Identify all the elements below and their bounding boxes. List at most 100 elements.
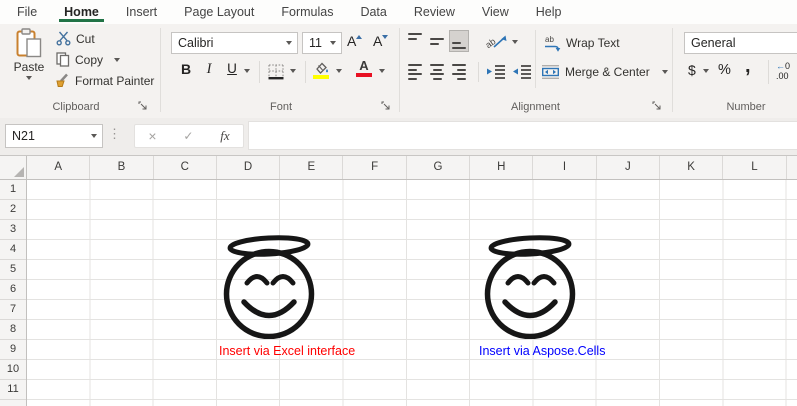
accounting-format-button[interactable]: $	[688, 62, 696, 78]
cell-text-insert-via-excel[interactable]: Insert via Excel interface	[219, 344, 355, 358]
column-header-d[interactable]: D	[217, 156, 280, 179]
tab-data[interactable]: Data	[360, 0, 386, 24]
group-separator	[160, 28, 161, 112]
align-center-icon	[430, 64, 444, 80]
font-color-button[interactable]: A	[355, 59, 373, 77]
clipboard-dialog-launcher[interactable]	[138, 101, 148, 111]
alignment-dialog-launcher[interactable]	[652, 101, 662, 111]
cancel-button[interactable]: ×	[148, 128, 156, 144]
paste-button[interactable]: Paste	[6, 28, 52, 92]
wrap-text-button[interactable]: ab Wrap Text	[543, 34, 620, 52]
tab-review[interactable]: Review	[414, 0, 455, 24]
column-header-a[interactable]: A	[27, 156, 90, 179]
smiling-face-with-halo-image[interactable]	[216, 233, 322, 339]
tab-insert[interactable]: Insert	[126, 0, 157, 24]
font-color-chevron-icon[interactable]	[379, 69, 385, 73]
formula-bar-grip-icon[interactable]: ⋮	[108, 127, 121, 140]
select-all-triangle-icon	[14, 167, 24, 177]
row-header-4[interactable]: 4	[0, 240, 26, 260]
svg-text:ab: ab	[486, 36, 497, 50]
tab-page-layout[interactable]: Page Layout	[184, 0, 254, 24]
tab-view[interactable]: View	[482, 0, 509, 24]
name-box[interactable]: N21	[5, 124, 103, 148]
decrease-font-size-button[interactable]: A	[373, 33, 388, 49]
row-header-6[interactable]: 6	[0, 280, 26, 300]
font-size-combobox[interactable]: 11	[302, 32, 342, 54]
cut-label: Cut	[76, 32, 95, 46]
tab-file[interactable]: File	[17, 0, 37, 24]
column-header-k[interactable]: K	[660, 156, 723, 179]
cut-button[interactable]: Cut	[56, 31, 95, 46]
merge-center-chevron-icon[interactable]	[662, 70, 668, 74]
borders-icon	[267, 63, 285, 80]
borders-button[interactable]	[267, 63, 285, 80]
cell-text-insert-via-aspose[interactable]: Insert via Aspose.Cells	[479, 344, 605, 358]
borders-chevron-icon[interactable]	[290, 69, 296, 73]
number-format-combobox[interactable]: General	[684, 32, 797, 54]
column-header-i[interactable]: I	[533, 156, 596, 179]
smiling-face-with-halo-image[interactable]	[477, 233, 583, 339]
fill-color-chevron-icon[interactable]	[336, 69, 342, 73]
column-header-h[interactable]: H	[470, 156, 533, 179]
fill-color-button[interactable]	[312, 61, 330, 79]
column-header-e[interactable]: E	[280, 156, 343, 179]
row-header-8[interactable]: 8	[0, 320, 26, 340]
font-dialog-launcher[interactable]	[381, 101, 391, 111]
name-box-chevron-icon[interactable]	[91, 134, 97, 138]
align-right-button[interactable]	[449, 61, 469, 83]
comma-style-button[interactable]: ,	[745, 55, 751, 78]
orientation-button[interactable]: ab	[486, 33, 508, 50]
copy-dropdown-chevron-icon[interactable]	[114, 58, 120, 62]
font-group-label: Font	[163, 100, 399, 114]
increase-decimal-button[interactable]: ←0 .00	[776, 61, 797, 81]
orientation-chevron-icon[interactable]	[512, 40, 518, 44]
font-name-combobox[interactable]: Calibri	[171, 32, 298, 54]
tab-formulas[interactable]: Formulas	[281, 0, 333, 24]
font-size-chevron-icon[interactable]	[330, 41, 336, 45]
column-header-partial[interactable]	[787, 156, 797, 179]
accounting-chevron-icon[interactable]	[703, 69, 709, 73]
copy-button[interactable]: Copy	[56, 52, 120, 67]
row-header-3[interactable]: 3	[0, 220, 26, 240]
row-header-partial[interactable]	[0, 400, 26, 406]
percent-style-button[interactable]: %	[718, 62, 731, 78]
paste-dropdown-chevron-icon[interactable]	[26, 76, 32, 80]
column-header-b[interactable]: B	[90, 156, 153, 179]
formula-input[interactable]	[248, 121, 797, 150]
align-center-button[interactable]	[427, 61, 447, 83]
column-header-j[interactable]: J	[597, 156, 660, 179]
insert-function-button[interactable]: fx	[220, 128, 229, 144]
bold-button[interactable]: B	[177, 61, 195, 77]
tab-home[interactable]: Home	[64, 0, 99, 24]
row-header-2[interactable]: 2	[0, 200, 26, 220]
align-left-button[interactable]	[405, 61, 425, 83]
select-all-button[interactable]	[0, 156, 27, 180]
font-name-chevron-icon[interactable]	[286, 41, 292, 45]
row-header-10[interactable]: 10	[0, 360, 26, 380]
row-header-11[interactable]: 11	[0, 380, 26, 400]
number-group-label: Number	[690, 100, 797, 114]
row-header-7[interactable]: 7	[0, 300, 26, 320]
column-header-g[interactable]: G	[407, 156, 470, 179]
tab-help[interactable]: Help	[536, 0, 562, 24]
enter-button[interactable]: ✓	[183, 129, 193, 143]
top-align-button[interactable]	[405, 30, 425, 52]
row-header-9[interactable]: 9	[0, 340, 26, 360]
format-painter-button[interactable]: Format Painter	[54, 73, 154, 89]
middle-align-button[interactable]	[427, 30, 447, 52]
increase-indent-button[interactable]	[512, 64, 532, 79]
column-header-c[interactable]: C	[154, 156, 217, 179]
italic-button[interactable]: I	[202, 61, 216, 78]
increase-font-size-button[interactable]: A	[347, 33, 362, 49]
underline-button[interactable]: U	[224, 61, 240, 76]
bottom-align-button[interactable]	[449, 30, 469, 52]
row-header-5[interactable]: 5	[0, 260, 26, 280]
merge-center-button[interactable]: Merge & Center	[541, 64, 668, 80]
decrease-indent-button[interactable]	[486, 64, 506, 79]
dialog-launcher-icon	[652, 101, 662, 111]
column-header-l[interactable]: L	[723, 156, 786, 179]
row-header-1[interactable]: 1	[0, 180, 26, 200]
underline-chevron-icon[interactable]	[244, 69, 250, 73]
column-header-f[interactable]: F	[343, 156, 406, 179]
sheet-cells[interactable]	[27, 180, 797, 406]
